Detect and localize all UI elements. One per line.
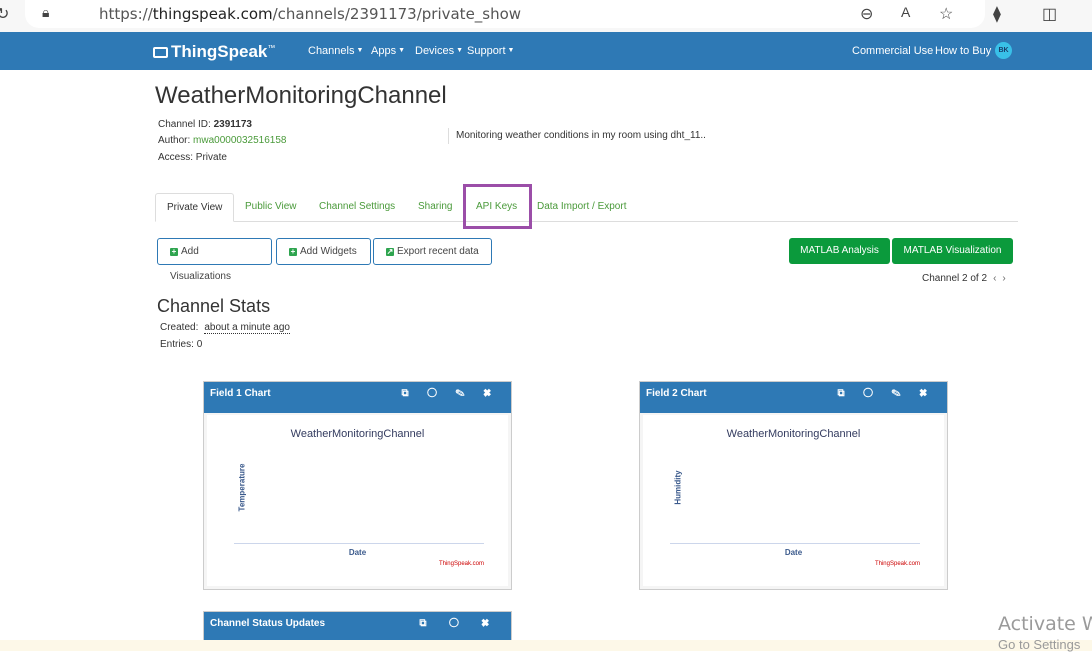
- chart-title: WeatherMonitoringChannel: [726, 428, 861, 440]
- activation-watermark-sub: Go to Settings: [998, 637, 1081, 652]
- lock-icon[interactable]: 🔒︎: [42, 4, 49, 21]
- panel-actions-icon[interactable]: ⧉ ◯ ✎ ✖: [837, 388, 935, 399]
- api-keys-highlight-box: [463, 184, 532, 229]
- nav-channels[interactable]: Channels ▼: [308, 45, 363, 57]
- chart-credit-link[interactable]: ThingSpeak.com: [439, 561, 484, 567]
- tab-bar-line: [155, 221, 1018, 222]
- channel-stats-heading: Channel Stats: [157, 296, 271, 316]
- nav-commercial-use[interactable]: Commercial Use: [852, 45, 933, 57]
- export-recent-data-button[interactable]: ↗ Export recent data: [373, 238, 492, 265]
- author-link[interactable]: mwa0000032516158: [193, 135, 286, 146]
- thingspeak-logo[interactable]: ThingSpeak™: [153, 42, 275, 62]
- activation-watermark: Activate W: [998, 613, 1092, 635]
- browser-toolbar: ↻ 🔒︎ https://thingspeak.com/channels/239…: [0, 0, 1092, 32]
- read-aloud-icon[interactable]: A: [901, 4, 910, 20]
- footer-strip: [0, 640, 1092, 651]
- tab-channel-settings[interactable]: Channel Settings: [319, 201, 395, 212]
- zoom-out-icon[interactable]: ⊖: [860, 4, 873, 24]
- plus-icon: +: [170, 247, 178, 256]
- chart-y-label: Temperature: [237, 463, 247, 512]
- nav-support[interactable]: Support ▼: [467, 45, 514, 57]
- tab-public-view[interactable]: Public View: [245, 201, 297, 212]
- chart-x-label: Date: [784, 548, 803, 557]
- panel-header: Field 2 Chart ⧉ ◯ ✎ ✖: [640, 382, 947, 413]
- chat-bubble-icon: [153, 47, 168, 58]
- channel-access: Access: Private: [158, 152, 227, 163]
- stat-entries: Entries: 0: [160, 339, 203, 350]
- chart-credit-link[interactable]: ThingSpeak.com: [875, 561, 920, 567]
- extensions-icon[interactable]: ⧫: [993, 4, 1001, 24]
- chart-title: WeatherMonitoringChannel: [290, 428, 425, 440]
- chevron-right-icon[interactable]: ›: [1002, 273, 1005, 284]
- nav-devices[interactable]: Devices ▼: [415, 45, 463, 57]
- tab-data-import-export[interactable]: Data Import / Export: [537, 201, 626, 212]
- chart-x-label: Date: [348, 548, 367, 557]
- url-text[interactable]: https://thingspeak.com/channels/2391173/…: [99, 5, 521, 23]
- plus-icon: +: [289, 247, 297, 256]
- favorite-star-icon[interactable]: ☆: [939, 4, 953, 24]
- add-visualizations-button[interactable]: + Add Visualizations: [157, 238, 272, 282]
- chart-y-label: Humidity: [673, 470, 683, 505]
- refresh-icon[interactable]: ↻: [0, 4, 9, 24]
- channel-id: Channel ID: 2391173: [158, 119, 252, 130]
- split-screen-icon[interactable]: ◫: [1042, 4, 1057, 24]
- tab-private-view[interactable]: Private View: [155, 193, 235, 222]
- channel-pager: Channel 2 of 2 ‹ ›: [922, 273, 1006, 284]
- channel-author: Author: mwa0000032516158: [158, 135, 287, 146]
- chart-area: WeatherMonitoringChannel Temperature Dat…: [207, 415, 508, 586]
- field1-chart-panel: Field 1 Chart ⧉ ◯ ✎ ✖ WeatherMonitoringCh…: [203, 381, 512, 590]
- panel-actions-icon[interactable]: ⧉ ◯ ✎ ✖: [401, 388, 499, 399]
- panel-header: Channel Status Updates ⧉ ◯ ✖: [204, 612, 511, 643]
- nav-how-to-buy[interactable]: How to Buy: [935, 45, 991, 57]
- page-title: WeatherMonitoringChannel: [155, 82, 447, 109]
- matlab-analysis-button[interactable]: MATLAB Analysis: [789, 238, 890, 264]
- stat-created: Created: about a minute ago: [160, 322, 290, 334]
- channel-description: Monitoring weather conditions in my room…: [456, 130, 706, 141]
- divider: [448, 128, 449, 144]
- avatar[interactable]: BK: [995, 42, 1012, 59]
- chart-x-axis: [670, 543, 920, 544]
- panel-actions-icon[interactable]: ⧉ ◯ ✖: [419, 618, 499, 629]
- chart-x-axis: [234, 543, 484, 544]
- export-icon: ↗: [386, 247, 394, 256]
- field2-chart-panel: Field 2 Chart ⧉ ◯ ✎ ✖ WeatherMonitoringCh…: [639, 381, 948, 590]
- chevron-left-icon[interactable]: ‹: [993, 273, 996, 284]
- nav-apps[interactable]: Apps ▼: [371, 45, 405, 57]
- address-bar[interactable]: 🔒︎ https://thingspeak.com/channels/23911…: [25, 0, 985, 28]
- panel-header: Field 1 Chart ⧉ ◯ ✎ ✖: [204, 382, 511, 413]
- matlab-visualization-button[interactable]: MATLAB Visualization: [892, 238, 1013, 264]
- tab-sharing[interactable]: Sharing: [418, 201, 452, 212]
- top-navbar: ThingSpeak™ Channels ▼ Apps ▼ Devices ▼ Sup…: [0, 32, 1092, 70]
- add-widgets-button[interactable]: + Add Widgets: [276, 238, 371, 265]
- chart-area: WeatherMonitoringChannel Humidity Date T…: [643, 415, 944, 586]
